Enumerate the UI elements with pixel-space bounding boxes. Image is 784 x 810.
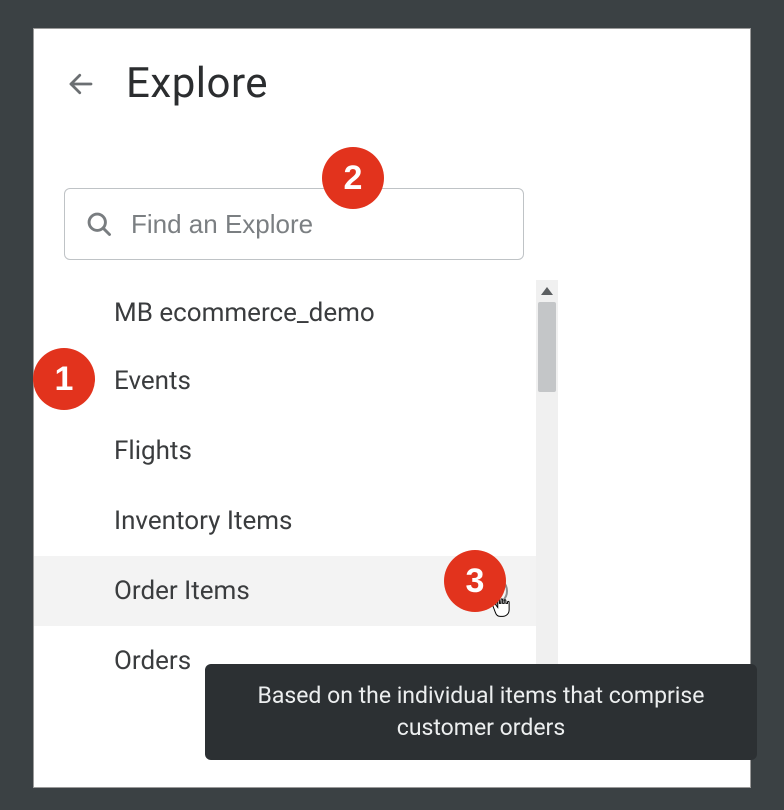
- annotation-callout-3: 3: [444, 550, 506, 612]
- scroll-thumb[interactable]: [538, 302, 556, 392]
- explore-item-inventory-items[interactable]: Inventory Items: [34, 486, 538, 556]
- explore-item-label: Orders: [114, 646, 191, 676]
- explore-item-flights[interactable]: Flights: [34, 416, 538, 486]
- scroll-up-button[interactable]: [536, 280, 558, 302]
- explore-item-label: Flights: [114, 436, 192, 466]
- search-input[interactable]: [131, 209, 503, 240]
- back-arrow-icon[interactable]: [64, 67, 98, 101]
- explore-item-label: Inventory Items: [114, 506, 292, 536]
- annotation-callout-1: 1: [33, 348, 95, 410]
- explore-item-events[interactable]: Events: [34, 346, 538, 416]
- explore-item-label: Events: [114, 366, 191, 396]
- annotation-callout-2: 2: [322, 147, 384, 209]
- search-field-wrap[interactable]: [64, 188, 524, 260]
- explore-item-label: Order Items: [114, 576, 250, 606]
- panel-header: Explore: [34, 59, 750, 128]
- page-title: Explore: [126, 59, 268, 108]
- tooltip-text: Based on the individual items that compr…: [258, 682, 705, 741]
- info-tooltip: Based on the individual items that compr…: [205, 664, 757, 760]
- model-section-header: MB ecommerce_demo: [34, 280, 750, 346]
- search-icon: [85, 210, 113, 238]
